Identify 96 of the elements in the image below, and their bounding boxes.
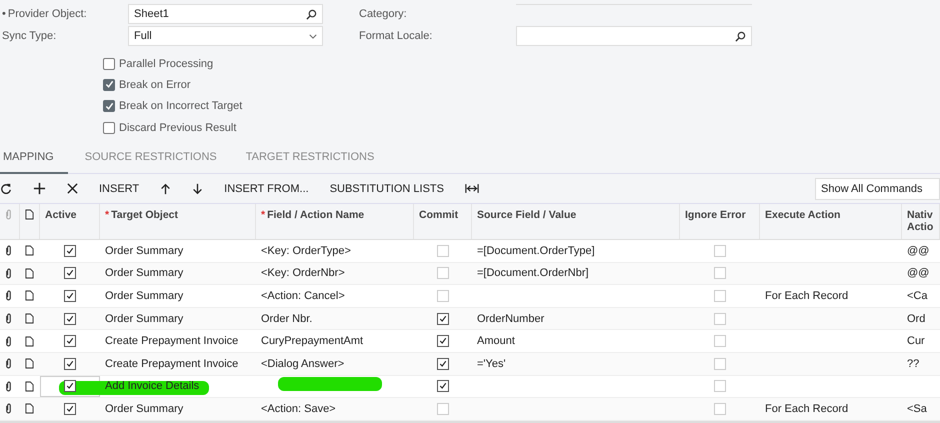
table-cell: Order Nbr. [261, 312, 312, 325]
column-header[interactable]: * Field / Action Name [261, 209, 364, 221]
column-header[interactable]: Execute Action [765, 209, 840, 221]
toolbar-button[interactable]: INSERT [99, 182, 140, 194]
column-header[interactable]: * Target Object [105, 209, 178, 221]
table-cell: Order Summary [105, 267, 184, 280]
field-label: Category: [359, 8, 408, 20]
table-cell: Order Summary [105, 290, 184, 302]
checkbox[interactable] [103, 78, 115, 91]
table-cell: <Key: OrderType> [261, 244, 351, 257]
table-cell: Create Prepayment Invoice [105, 358, 238, 370]
table-cell: <Dialog Answer> [261, 358, 344, 370]
checkbox[interactable] [64, 290, 76, 302]
table-cell: @@ [907, 267, 930, 280]
document-icon[interactable] [25, 268, 34, 279]
table-cell: OrderNumber [477, 312, 544, 325]
table-cell: For Each Record [765, 402, 848, 415]
column-header[interactable]: Ignore Error [685, 209, 746, 221]
search-icon[interactable] [735, 30, 746, 42]
input-field[interactable]: Full [128, 26, 323, 46]
field-label: Sync Type: [1, 30, 58, 42]
add-icon[interactable] [33, 182, 46, 195]
table-cell: =[Document.OrderNbr] [477, 267, 589, 280]
table-cell: Cur [907, 335, 925, 348]
field-label: Format Locale: [359, 30, 434, 42]
table-cell: ='Yes' [477, 358, 506, 370]
table-cell: Order Summary [105, 402, 184, 415]
document-icon[interactable] [25, 313, 34, 324]
refresh-icon[interactable] [0, 182, 12, 194]
toolbar-button[interactable]: SUBSTITUTION LISTS [330, 182, 444, 194]
document-icon[interactable] [25, 358, 34, 370]
delete-icon[interactable] [67, 183, 78, 194]
table-cell: <Ca [907, 290, 928, 302]
document-icon [25, 209, 34, 220]
checkbox[interactable] [64, 335, 76, 348]
attachment-icon[interactable] [5, 268, 12, 279]
column-header[interactable]: Source Field / Value [477, 209, 576, 221]
attachment-icon[interactable] [5, 358, 12, 370]
table-cell: Create Prepayment Invoice [105, 335, 238, 348]
table-cell: @@ [907, 244, 930, 257]
checkbox[interactable] [103, 122, 115, 134]
checkbox[interactable] [64, 312, 76, 325]
table-cell: For Each Record [765, 290, 848, 302]
checkbox-label: Break on Error [119, 78, 191, 91]
checkbox[interactable] [437, 312, 449, 325]
toolbar-button[interactable]: INSERT FROM... [224, 182, 309, 194]
column-header[interactable]: Commit [419, 209, 458, 221]
attachment-icon[interactable] [5, 380, 12, 392]
attachment-icon [5, 209, 12, 220]
arrow-up-icon[interactable] [160, 182, 172, 194]
attachment-icon[interactable] [5, 290, 12, 302]
checkbox[interactable] [437, 335, 449, 348]
table-cell: Amount [477, 335, 515, 348]
table-cell: Order Summary [105, 244, 184, 257]
table-cell: <Key: OrderNbr> [261, 267, 345, 280]
document-icon[interactable] [25, 380, 34, 392]
table-cell: <Action: Cancel> [261, 290, 345, 302]
arrow-down-icon[interactable] [192, 182, 204, 194]
checkbox[interactable] [64, 402, 76, 415]
checkbox[interactable] [103, 58, 115, 70]
checkbox[interactable] [103, 100, 115, 112]
table-cell: <Sa [907, 402, 927, 415]
fit-width-icon[interactable] [464, 183, 479, 194]
checkbox-label: Parallel Processing [119, 58, 214, 70]
checkbox[interactable] [437, 358, 449, 370]
attachment-icon[interactable] [5, 336, 12, 347]
input-field[interactable]: Sheet1 [128, 4, 323, 24]
checkbox[interactable] [64, 380, 76, 392]
attachment-icon[interactable] [5, 403, 12, 414]
column-header[interactable]: Active [45, 209, 77, 221]
tab[interactable]: MAPPING [0, 140, 68, 174]
search-icon[interactable] [306, 8, 317, 20]
checkbox[interactable] [64, 244, 76, 257]
attachment-icon[interactable] [5, 313, 12, 324]
table-cell: =[Document.OrderType] [477, 244, 595, 257]
checkbox[interactable] [64, 358, 76, 370]
checkbox-label: Discard Previous Result [119, 122, 236, 134]
commands-dropdown[interactable]: Show All Commands [815, 178, 940, 200]
document-icon[interactable] [25, 245, 34, 256]
document-icon[interactable] [25, 290, 34, 302]
input-field[interactable] [516, 26, 752, 46]
table-cell: Add Invoice Details [105, 380, 200, 392]
checkbox-label: Break on Incorrect Target [119, 100, 242, 112]
field-label: • Provider Object: [1, 8, 88, 20]
table-cell: Order Summary [105, 312, 184, 325]
checkbox[interactable] [64, 267, 76, 280]
attachment-icon[interactable] [5, 245, 12, 256]
document-icon[interactable] [25, 403, 34, 414]
table-cell: <Action: Save> [261, 402, 336, 415]
chevron-down-icon[interactable] [309, 34, 317, 38]
document-icon[interactable] [25, 336, 34, 347]
table-cell: Ord [907, 312, 926, 325]
checkbox[interactable] [437, 380, 449, 392]
column-header[interactable]: Nativ Actio [907, 209, 937, 233]
table-cell: CuryPrepaymentAmt [261, 335, 364, 348]
table-cell: ?? [907, 358, 920, 370]
